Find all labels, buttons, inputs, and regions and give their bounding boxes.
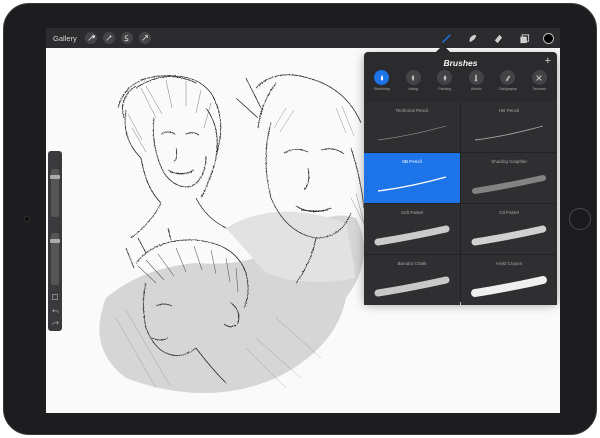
stroke-preview	[472, 175, 546, 194]
brush-name: Shading Graphite	[491, 159, 527, 164]
actions-button[interactable]	[84, 32, 97, 44]
brush-size-thumb[interactable]	[50, 175, 60, 179]
brush-shading-graphite[interactable]: Shading Graphite	[461, 153, 557, 203]
brush-library: Technical Pencil HB Pencil 6B Pencil Sha…	[364, 102, 557, 305]
brush-technical-pencil[interactable]: Technical Pencil	[364, 102, 460, 152]
selection-icon	[124, 35, 129, 42]
category-label: Inking	[408, 87, 419, 91]
brush-categories: Sketching Inking Painting Artistic Calli…	[364, 70, 557, 102]
eraser-tool-button[interactable]	[491, 31, 505, 45]
brush-soft-pastel[interactable]: Soft Pastel	[364, 204, 460, 254]
eraser-icon	[494, 34, 502, 43]
brush-artist-crayon[interactable]: Artist Crayon	[461, 255, 557, 305]
brush-name: Technical Pencil	[395, 108, 429, 113]
stroke-preview	[471, 225, 547, 246]
brushes-panel: Brushes + Sketching Inking Painting Arti…	[364, 52, 557, 305]
opacity-thumb[interactable]	[50, 239, 60, 243]
redo-button[interactable]	[51, 319, 59, 327]
transform-button[interactable]	[138, 32, 151, 44]
adjustments-button[interactable]	[102, 32, 115, 44]
selection-button[interactable]	[120, 32, 133, 44]
category-artistic[interactable]: Artistic	[464, 70, 488, 102]
modify-button[interactable]	[51, 293, 59, 301]
stroke-preview	[377, 176, 447, 192]
category-label: Calligraphy	[498, 87, 517, 91]
square-icon	[52, 294, 58, 300]
stroke-preview	[377, 125, 447, 141]
brush-oil-pastel[interactable]: Oil Pastel	[461, 204, 557, 254]
front-camera	[24, 216, 30, 222]
brush-hb-pencil[interactable]: HB Pencil	[461, 102, 557, 152]
textures-icon	[531, 70, 547, 85]
stroke-preview	[374, 225, 450, 246]
brush-icon	[441, 33, 451, 43]
sketching-icon	[374, 70, 390, 85]
gallery-button[interactable]: Gallery	[53, 34, 77, 43]
calligraphy-icon	[500, 70, 516, 85]
category-label: Painting	[438, 87, 452, 91]
left-sidebar	[48, 151, 62, 331]
right-tools	[427, 28, 554, 48]
category-label: Artistic	[470, 87, 482, 91]
redo-icon	[51, 320, 59, 325]
category-calligraphy[interactable]: Calligraphy	[496, 70, 520, 102]
panel-title: Brushes	[443, 58, 478, 68]
adjustments-wand-icon	[106, 34, 112, 41]
brush-name: HB Pencil	[498, 108, 520, 113]
category-label: Textures	[532, 87, 547, 91]
top-toolbar: Gallery	[46, 28, 560, 48]
undo-button[interactable]	[51, 307, 59, 315]
smudge-icon	[469, 34, 476, 42]
brush-tool-button[interactable]	[439, 31, 453, 45]
brush-6b-pencil[interactable]: 6B Pencil	[364, 153, 460, 203]
brush-name: 6B Pencil	[402, 159, 422, 164]
brush-name: Bonobo Chalk	[397, 261, 427, 266]
stroke-preview	[474, 125, 544, 141]
brush-name: Artist Crayon	[495, 261, 523, 266]
inking-icon	[405, 70, 421, 85]
smudge-tool-button[interactable]	[465, 31, 479, 45]
artistic-icon	[468, 70, 484, 85]
brush-name: Soft Pastel	[400, 210, 424, 215]
category-painting[interactable]: Painting	[433, 70, 457, 102]
category-textures[interactable]: Textures	[527, 70, 551, 102]
ipad-device: Gallery Brushes + Sketching Inking Paint…	[3, 3, 597, 435]
app-screen: Gallery Brushes + Sketching Inking Paint…	[46, 28, 560, 413]
color-picker-button[interactable]	[543, 32, 554, 44]
brush-name: Oil Pastel	[499, 210, 519, 215]
category-inking[interactable]: Inking	[401, 70, 425, 102]
home-button[interactable]	[569, 208, 591, 230]
stroke-preview	[471, 276, 547, 297]
add-brush-button[interactable]: +	[545, 55, 551, 67]
brush-bonobo-chalk[interactable]: Bonobo Chalk	[364, 255, 460, 305]
painting-icon	[437, 70, 453, 85]
wrench-icon	[88, 35, 95, 41]
category-label: Sketching	[373, 87, 390, 91]
layers-icon	[519, 33, 529, 43]
transform-arrow-icon	[142, 35, 148, 41]
category-sketching[interactable]: Sketching	[370, 70, 394, 102]
undo-icon	[51, 308, 59, 313]
layers-button[interactable]	[517, 31, 531, 45]
stroke-preview	[374, 276, 450, 297]
